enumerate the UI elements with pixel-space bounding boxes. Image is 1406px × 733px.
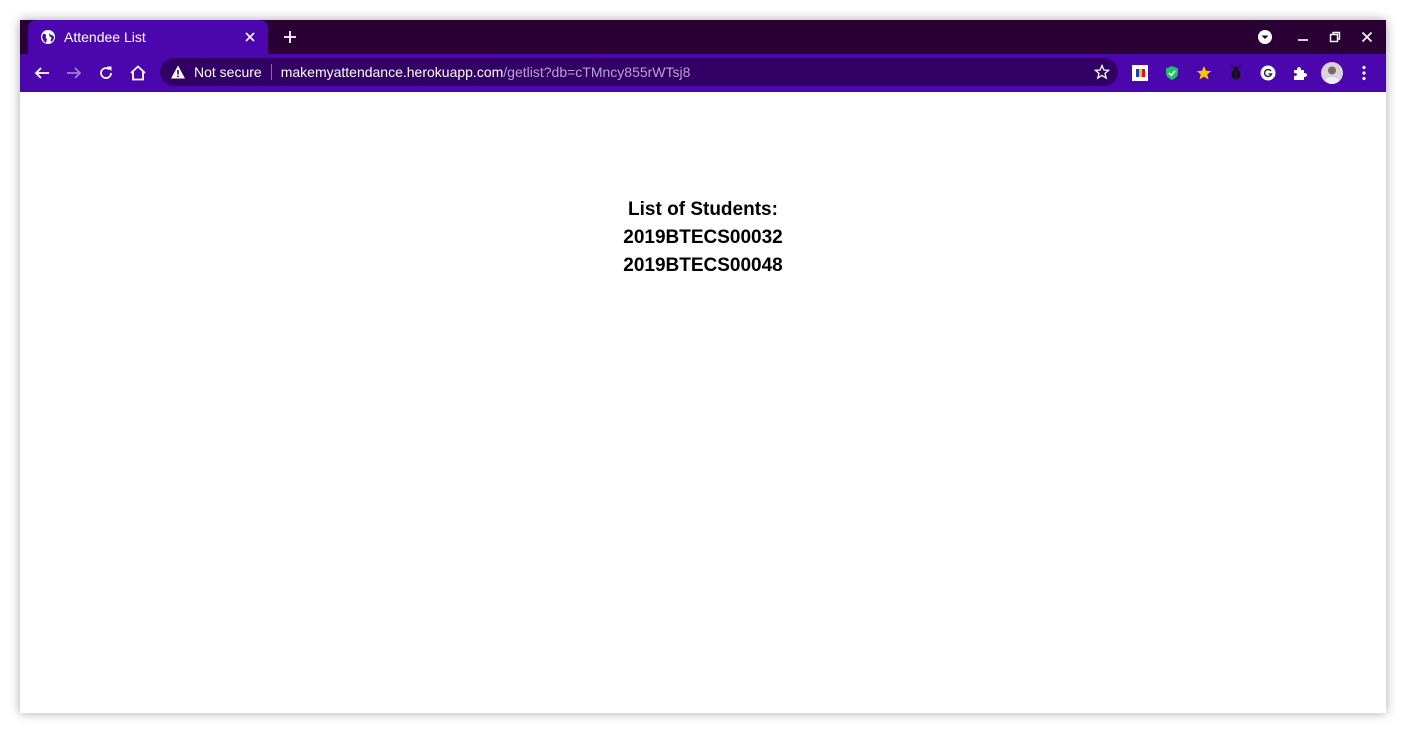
list-item: 2019BTECS00032 — [623, 227, 783, 248]
back-button[interactable] — [30, 61, 54, 85]
browser-window: Attendee List Not secure makemyattendanc… — [20, 20, 1386, 713]
tab-strip: Attendee List — [20, 20, 1386, 54]
new-tab-button[interactable] — [280, 27, 300, 47]
page-content: List of Students: 2019BTECS00032 2019BTE… — [20, 92, 1386, 713]
forward-button[interactable] — [62, 61, 86, 85]
extensions-puzzle-icon[interactable] — [1289, 62, 1311, 84]
warning-icon[interactable] — [170, 64, 186, 80]
restore-button[interactable] — [1324, 26, 1346, 48]
reload-button[interactable] — [94, 61, 118, 85]
browser-toolbar: Not secure makemyattendance.herokuapp.co… — [20, 54, 1386, 92]
list-item: 2019BTECS00048 — [623, 255, 783, 276]
address-bar[interactable]: Not secure makemyattendance.herokuapp.co… — [160, 58, 1118, 86]
student-list: List of Students: 2019BTECS00032 2019BTE… — [20, 196, 1386, 280]
url-path: /getlist?db=cTMncy855rWTsj8 — [503, 64, 691, 80]
profile-avatar[interactable] — [1321, 62, 1343, 84]
url-host: makemyattendance.herokuapp.com — [280, 64, 504, 80]
browser-menu-icon[interactable] — [1353, 62, 1375, 84]
minimize-button[interactable] — [1292, 26, 1314, 48]
security-status[interactable]: Not secure — [194, 64, 262, 80]
tab-search-button[interactable] — [1254, 26, 1276, 48]
close-tab-icon[interactable] — [242, 29, 258, 45]
close-window-button[interactable] — [1356, 26, 1378, 48]
tab-attendee-list[interactable]: Attendee List — [28, 20, 268, 54]
extension-star-icon[interactable] — [1193, 62, 1215, 84]
list-heading: List of Students: — [628, 199, 778, 220]
tab-title: Attendee List — [64, 29, 146, 45]
home-button[interactable] — [126, 61, 150, 85]
bookmark-star-icon[interactable] — [1094, 64, 1110, 80]
extension-grammar-icon[interactable] — [1257, 62, 1279, 84]
extension-flag-icon[interactable] — [1129, 62, 1151, 84]
address-separator — [270, 64, 272, 80]
extension-beetle-icon[interactable] — [1225, 62, 1247, 84]
extension-shield-icon[interactable] — [1161, 62, 1183, 84]
globe-icon — [40, 29, 56, 45]
